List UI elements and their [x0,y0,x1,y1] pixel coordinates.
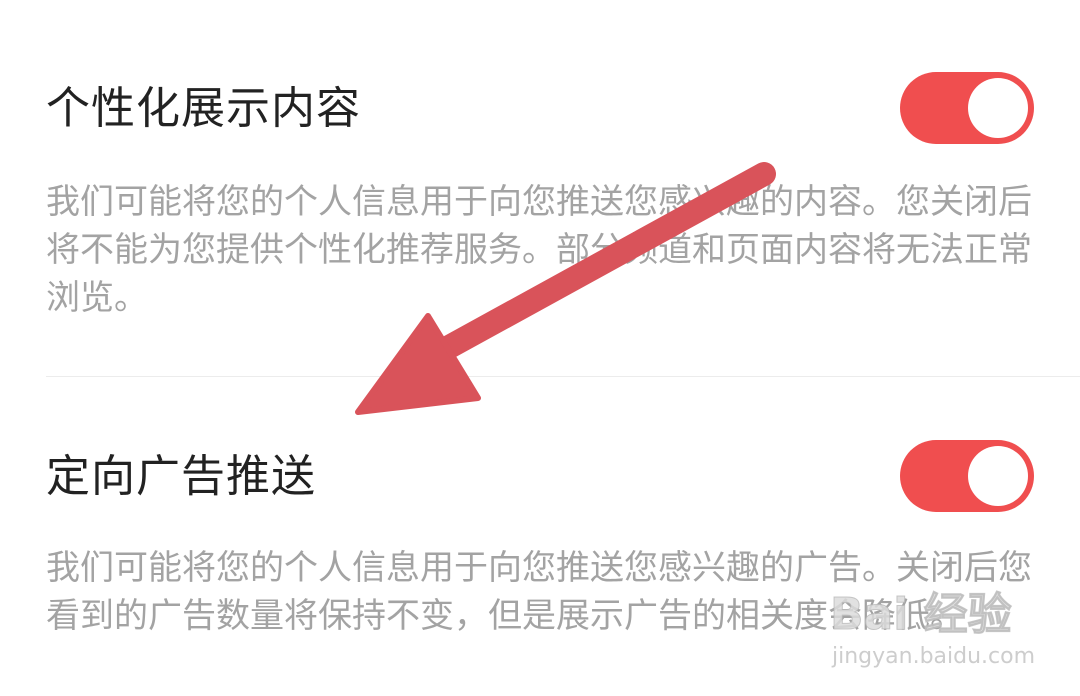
setting-title: 个性化展示内容 [46,83,361,134]
setting-description: 我们可能将您的个人信息用于向您推送您感兴趣的内容。您关闭后将不能为您提供个性化推… [46,182,1032,318]
toggle-knob [968,78,1028,138]
divider [46,376,1080,377]
watermark-url: jingyan.baidu.com [832,644,1036,669]
targeted-ads-toggle[interactable] [900,440,1034,512]
personalized-content-toggle[interactable] [900,72,1034,144]
baidu-jingyan-watermark: Bai 经验 jingyan.baidu.com [830,578,1070,690]
toggle-knob [968,446,1028,506]
setting-title: 定向广告推送 [46,451,316,502]
watermark-logo: Bai 经验 [830,589,1013,641]
